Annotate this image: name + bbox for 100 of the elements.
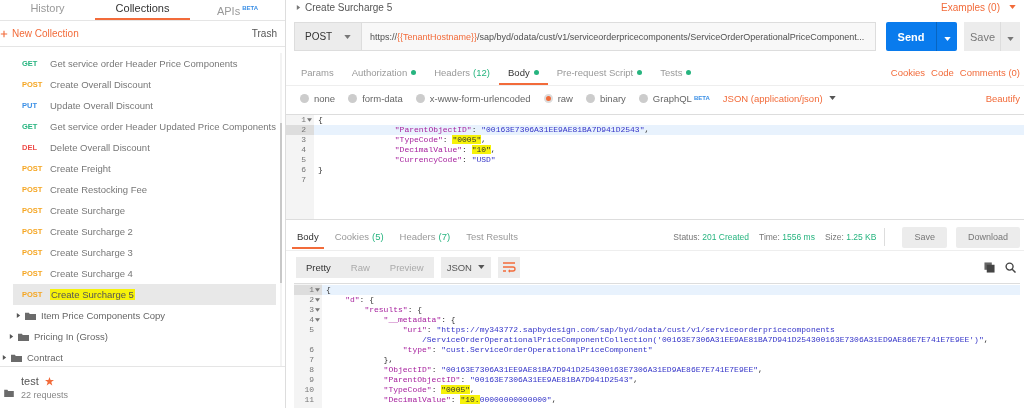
sidebar-tab[interactable]: History [0, 0, 95, 20]
line-number: 4 [309, 315, 314, 325]
request-name: Create Surcharge 5 [50, 289, 135, 300]
request-name: Create Surcharge 4 [50, 268, 133, 279]
code-line: "__metadata": { [382, 315, 456, 325]
code-line: "ParentObjectID": "00163E7306A31EE9AE81BA7D941D2543", [393, 125, 650, 135]
status-label: Time: [759, 232, 780, 242]
collection-item[interactable]: test 22 requests [0, 367, 285, 408]
status-label: Size: [824, 232, 844, 242]
send-dropdown[interactable] [936, 22, 957, 51]
format-dropdown[interactable]: JSON [440, 256, 491, 278]
request-name: Create Overall Discount [50, 79, 151, 90]
search-icon[interactable] [1005, 261, 1016, 273]
radio-button[interactable] [585, 93, 595, 103]
code-line: "DecimalValue": "10.00000000000000", [382, 395, 557, 405]
line-number: 11 [304, 395, 314, 405]
radio-button[interactable] [638, 93, 648, 103]
request-name: Create Surcharge 3 [50, 247, 133, 258]
line-number: 7 [301, 175, 306, 185]
code-line: "d": { [344, 295, 374, 305]
new-collection-button[interactable]: New Collection [0, 28, 79, 39]
header-link[interactable]: Code [931, 67, 954, 85]
folder-item[interactable]: Pricing In (Gross) [0, 326, 276, 347]
header-link[interactable]: Cookies [890, 67, 926, 85]
response-tab[interactable]: Test Results [461, 225, 523, 249]
scrollbar[interactable] [280, 53, 282, 366]
code-line: "results": { [363, 305, 423, 315]
response-tab[interactable]: Body [292, 225, 324, 249]
examples-link[interactable]: Examples (0) [941, 1, 1000, 13]
header-link[interactable]: Comments (0) [959, 67, 1020, 85]
code-editor[interactable]: 1 { 2 "ParentObjectID": "00163E7306A31EE9AE81BA7D941D2543", 3 "TypeCode": "0005", 4 "DecimalValue": "10", 5 "CurrencyCode": "USD" 6 } 7 [286, 114, 1024, 220]
response-button[interactable]: Download [955, 226, 1020, 248]
trash-button[interactable]: Trash [251, 28, 277, 39]
save-button[interactable]: Save [964, 22, 1000, 51]
fold-icon[interactable] [315, 298, 320, 302]
folder-item[interactable]: Item Price Components Copy [0, 305, 276, 326]
code-line: "type": "cust.ServiceOrderOperationalPriceComponent" [401, 345, 653, 355]
line-number: 5 [309, 325, 314, 335]
response-tab[interactable]: Cookies (5) [329, 225, 389, 249]
sidebar-tab[interactable]: APIs $^{BETA}$ [190, 0, 285, 20]
code-line: /ServiceOrderOperationalPriceComponentCollection('00163E7306A31EE9AE81BA7D941D254300163E7306A31ED9AE86E7E741E7E9EE')", [421, 335, 989, 345]
status-label: Status: [673, 232, 700, 242]
request-tab[interactable]: Authorization [342, 67, 426, 85]
line-number: 1 [301, 115, 306, 125]
body-type-option[interactable]: binary [585, 92, 626, 104]
fold-icon[interactable] [307, 118, 312, 122]
request-tab[interactable]: Tests [651, 67, 701, 85]
request-title[interactable]: Create Surcharge 5 [305, 1, 393, 13]
fold-icon[interactable] [315, 308, 320, 312]
response-button[interactable]: Save [902, 226, 947, 248]
save-dropdown[interactable] [1000, 22, 1020, 51]
radio-button[interactable] [348, 93, 358, 103]
beautify-link[interactable]: Beautify [985, 92, 1020, 104]
folder-item[interactable]: Contract [0, 347, 276, 368]
send-button[interactable]: Send [886, 22, 936, 51]
line-number: 6 [301, 165, 306, 175]
radio-button[interactable] [543, 93, 553, 103]
caret-icon [1007, 37, 1014, 41]
url-field[interactable]: https://{{TenantHostname}}/sap/byd/odata/cust/v1/serviceorderpricecomponents/ServiceOrderOperationalPriceComponent... [362, 22, 876, 51]
code-line: } [317, 165, 323, 175]
copy-icon[interactable] [984, 261, 995, 273]
body-type-option[interactable]: none [300, 92, 336, 104]
radio-button[interactable] [415, 93, 425, 103]
request-tab[interactable]: Pre-request Script [547, 67, 652, 85]
line-number: 4 [301, 145, 306, 155]
expand-icon[interactable] [296, 4, 301, 10]
caret-icon [344, 34, 351, 39]
wrap-lines-button[interactable] [497, 256, 520, 278]
code-line: "ParentObjectID": "00163E7306A31EE9AE81BA7D941D2543", [382, 375, 639, 385]
body-type-option[interactable]: x-www-form-urlencoded [415, 92, 531, 104]
sidebar-tab[interactable]: Collections [95, 0, 190, 20]
body-type-option[interactable]: raw [543, 92, 573, 104]
fold-icon[interactable] [315, 288, 320, 292]
caret-icon [477, 265, 485, 269]
request-name: Delete Overall Discount [50, 142, 150, 153]
line-number: 2 [301, 125, 306, 135]
code-line: "TypeCode": "0005", [393, 135, 487, 145]
request-count: 22 requests [21, 390, 69, 400]
line-number: 1 [309, 285, 314, 295]
line-number: 5 [301, 155, 306, 165]
line-number: 2 [309, 295, 314, 305]
line-number: 3 [301, 135, 306, 145]
request-tab[interactable]: Body [499, 67, 548, 85]
status-value: 1.25 KB [846, 232, 877, 242]
content-type-dropdown[interactable]: JSON (application/json) [722, 92, 836, 104]
plus-icon [0, 29, 8, 38]
fold-icon[interactable] [315, 318, 320, 322]
caret-icon [943, 37, 951, 41]
line-number: 8 [309, 365, 314, 375]
request-tab[interactable]: Headers (12) [425, 67, 499, 85]
body-type-option[interactable]: GraphQL $^{BETA}$ [638, 92, 710, 104]
method-dropdown[interactable]: POST [294, 22, 362, 51]
caret-icon[interactable] [1009, 5, 1016, 9]
request-tab[interactable]: Params [292, 67, 343, 85]
status-value: 1556 ms [782, 232, 815, 242]
response-tab[interactable]: Headers (7) [394, 225, 456, 249]
line-number: 7 [309, 355, 314, 365]
radio-button[interactable] [300, 93, 309, 103]
body-type-option[interactable]: form-data [348, 92, 403, 104]
folder-icon [11, 353, 22, 362]
